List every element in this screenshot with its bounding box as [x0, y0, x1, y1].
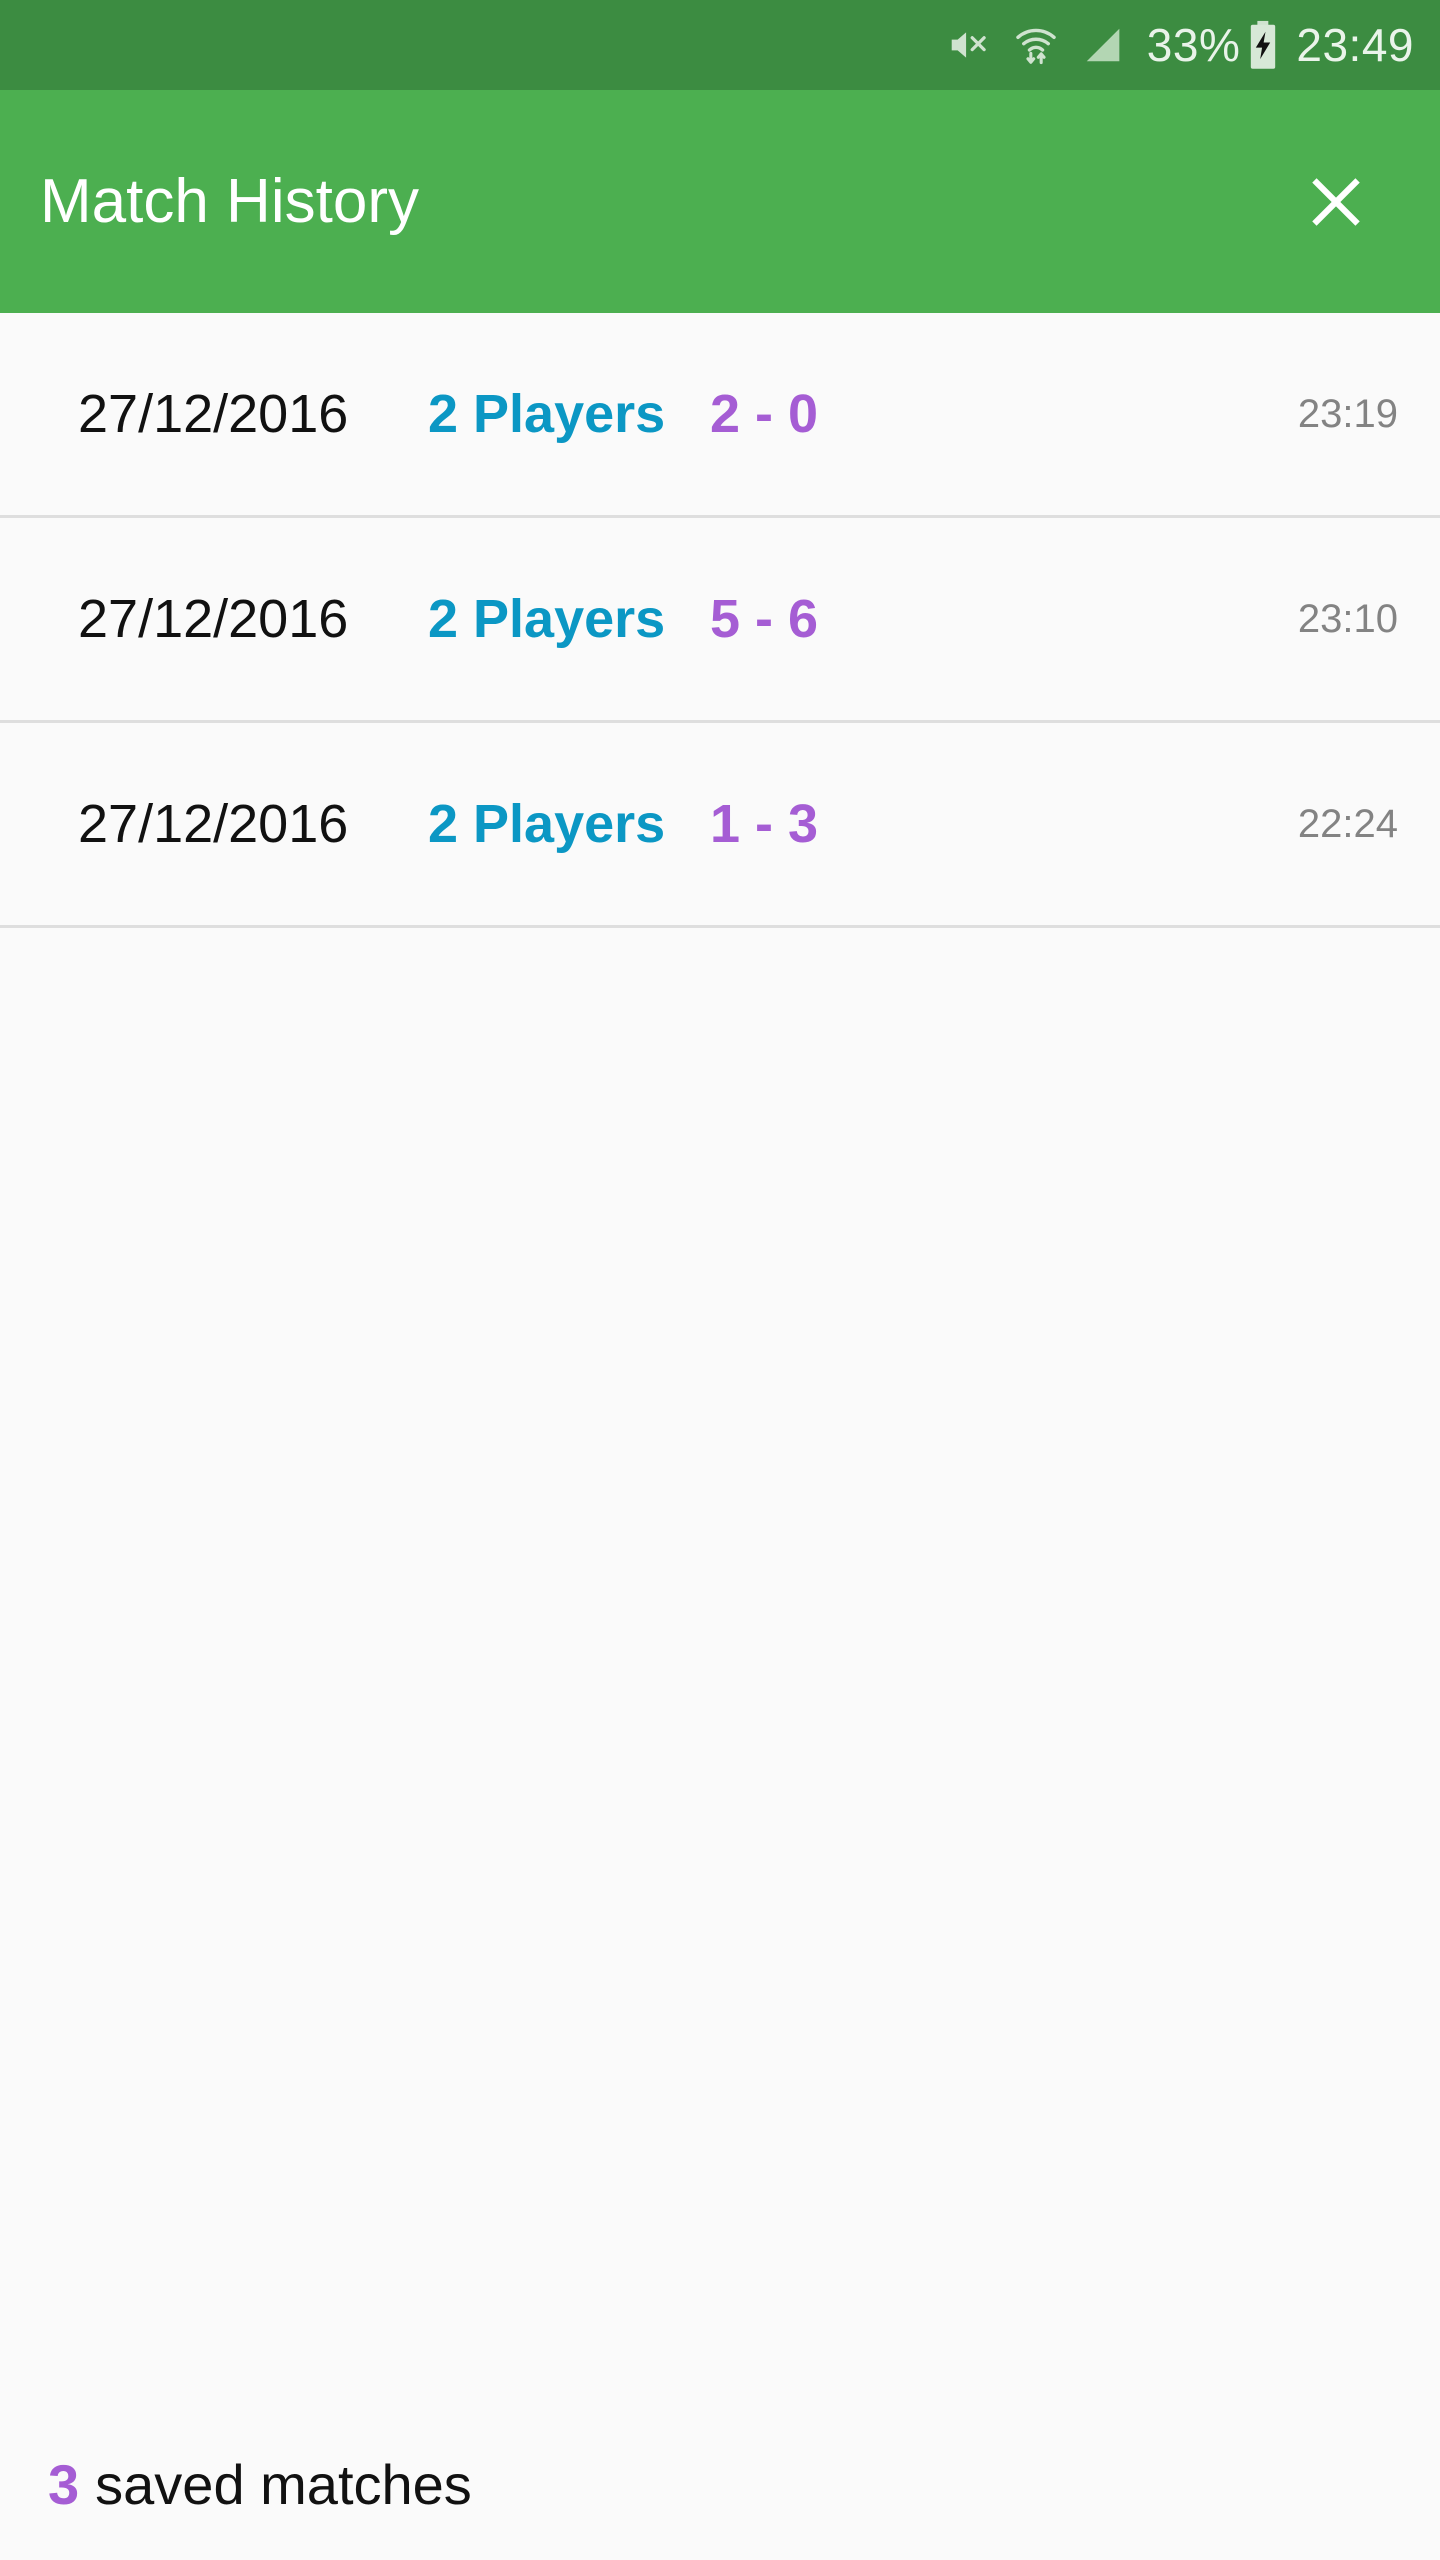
battery-percent-label: 33% — [1146, 19, 1241, 71]
page-title: Match History — [40, 166, 419, 236]
saved-matches-footer: 3 saved matches — [0, 2410, 1440, 2560]
saved-matches-count: 3 — [48, 2453, 80, 2516]
match-players: 2 Players — [428, 794, 666, 854]
table-row[interactable]: 27/12/2016 2 Players 1 - 3 22:24 — [0, 723, 1440, 928]
close-icon[interactable] — [1288, 154, 1384, 250]
empty-list-area — [0, 928, 1440, 2410]
match-players: 2 Players — [428, 589, 666, 649]
match-date: 27/12/2016 — [78, 384, 349, 444]
app-bar: Match History — [0, 90, 1440, 313]
match-history-screen: 33% 23:49 Match History 27/12/2016 2 Pla… — [0, 0, 1440, 2560]
match-date: 27/12/2016 — [78, 589, 349, 649]
match-time: 23:10 — [1297, 597, 1398, 641]
cellular-signal-icon — [1081, 22, 1127, 68]
match-list: 27/12/2016 2 Players 2 - 0 23:19 27/12/2… — [0, 313, 1440, 2410]
table-row[interactable]: 27/12/2016 2 Players 2 - 0 23:19 — [0, 313, 1440, 518]
status-bar: 33% 23:49 — [0, 0, 1440, 90]
volume-mute-icon — [945, 22, 991, 68]
match-score: 1 - 3 — [710, 794, 819, 854]
status-bar-clock: 23:49 — [1296, 19, 1414, 71]
status-bar-icons: 33% 23:49 — [923, 20, 1414, 70]
match-score: 5 - 6 — [710, 589, 819, 649]
saved-matches-label: saved matches — [95, 2453, 472, 2516]
match-time: 22:24 — [1297, 802, 1398, 846]
match-players: 2 Players — [428, 384, 666, 444]
match-date: 27/12/2016 — [78, 794, 349, 854]
battery-charging-icon — [1246, 20, 1280, 70]
match-time: 23:19 — [1297, 392, 1398, 436]
match-score: 2 - 0 — [710, 384, 819, 444]
table-row[interactable]: 27/12/2016 2 Players 5 - 6 23:10 — [0, 518, 1440, 723]
wifi-data-transfer-icon — [1013, 22, 1059, 68]
